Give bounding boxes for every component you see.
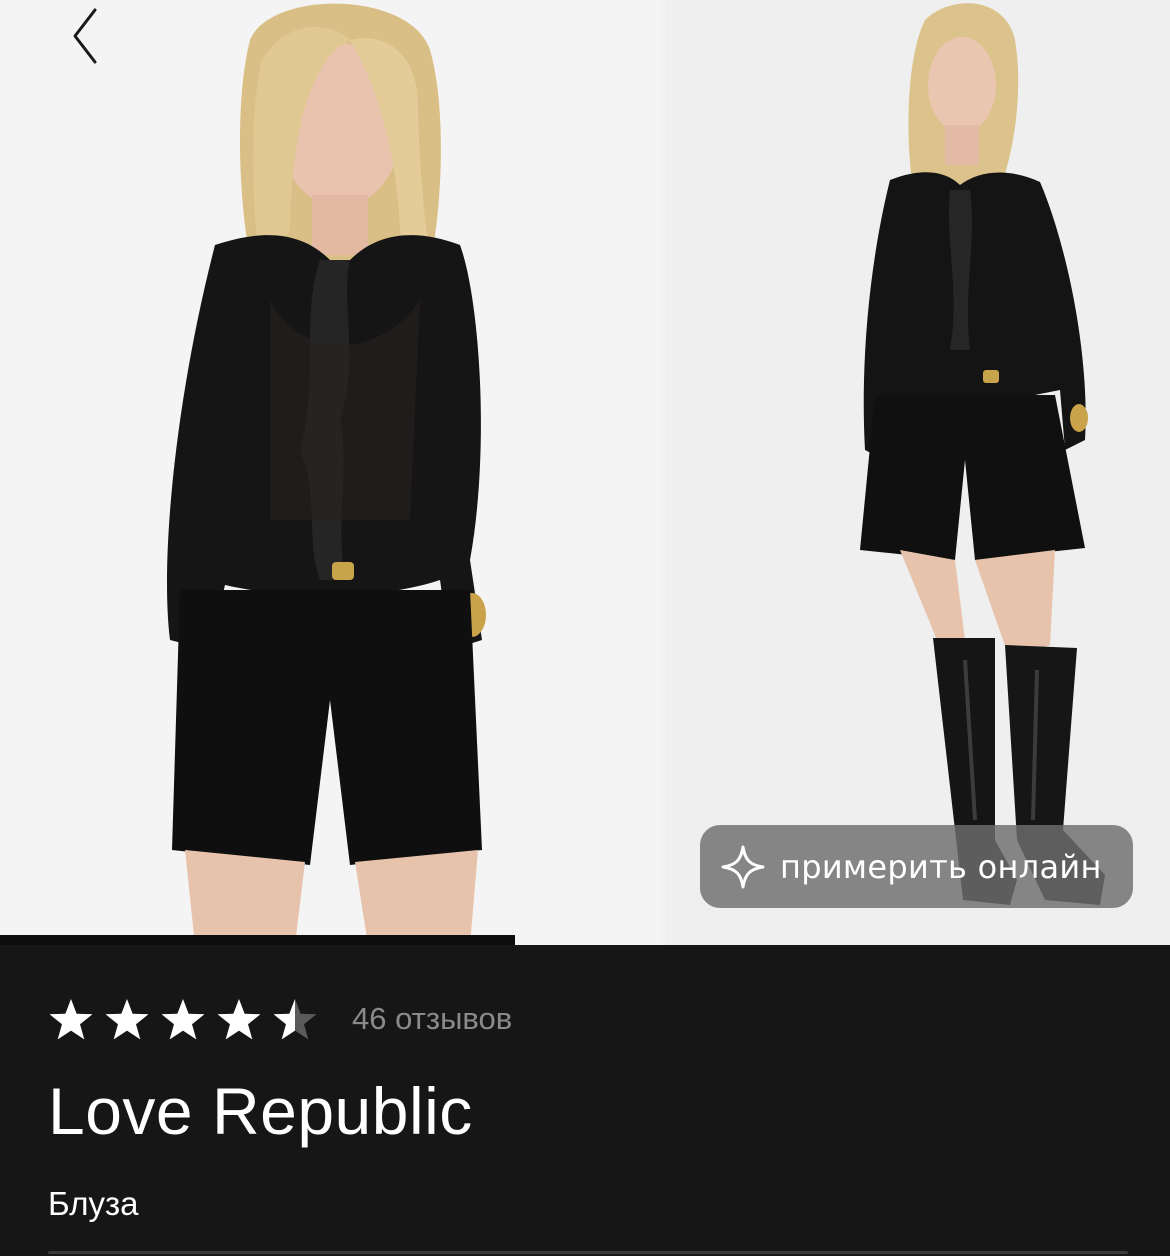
product-info-panel: 46 отзывов Love Republic Блуза bbox=[0, 945, 1170, 1256]
star-full-icon bbox=[49, 999, 93, 1040]
try-on-label: примерить онлайн bbox=[780, 847, 1102, 886]
rating-row[interactable]: 46 отзывов bbox=[48, 997, 512, 1041]
back-button[interactable] bbox=[58, 4, 110, 68]
product-photo-full-body[interactable] bbox=[665, 0, 1170, 945]
product-image-gallery[interactable]: примерить онлайн bbox=[0, 0, 1170, 945]
star-full-icon bbox=[161, 999, 205, 1040]
model-front-illustration bbox=[0, 0, 662, 945]
brand-name[interactable]: Love Republic bbox=[48, 1073, 473, 1149]
model-full-body-illustration bbox=[665, 0, 1170, 945]
gallery-progress-indicator bbox=[0, 935, 515, 945]
divider bbox=[48, 1251, 1128, 1254]
star-half-icon bbox=[273, 999, 317, 1040]
star-full-icon bbox=[217, 999, 261, 1040]
product-photo-front[interactable] bbox=[0, 0, 662, 945]
try-on-online-button[interactable]: примерить онлайн bbox=[700, 825, 1133, 908]
reviews-count-link[interactable]: 46 отзывов bbox=[352, 1001, 512, 1037]
star-full-icon bbox=[105, 999, 149, 1040]
rating-stars bbox=[48, 997, 328, 1041]
chevron-left-icon bbox=[73, 8, 97, 64]
product-type: Блуза bbox=[48, 1185, 139, 1222]
sparkle-icon bbox=[721, 845, 765, 888]
